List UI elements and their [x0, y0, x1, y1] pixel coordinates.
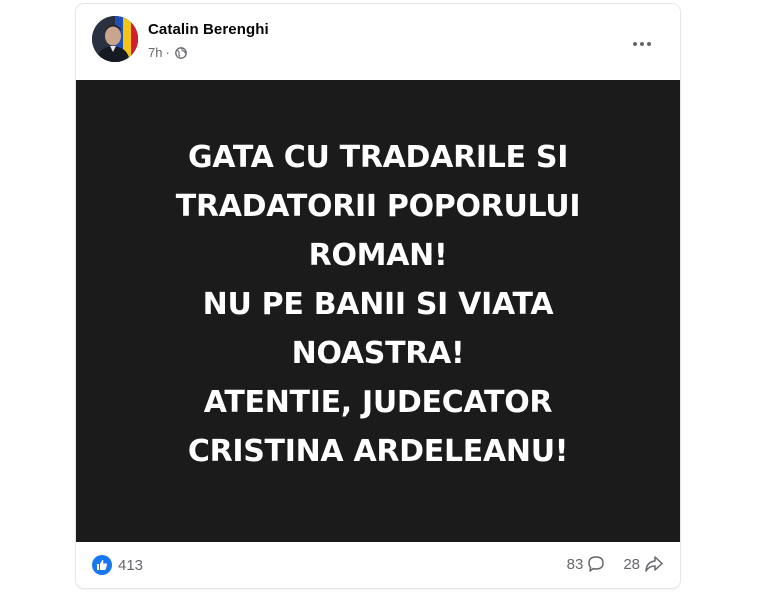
thumbs-up-icon	[97, 560, 108, 570]
author-name[interactable]: Catalin Berenghi	[148, 21, 269, 38]
avatar-image	[92, 16, 138, 62]
image-text-line: GATA CU TRADARILE SI	[187, 139, 569, 175]
post-meta: 7h ·	[148, 45, 187, 60]
like-reaction-icon	[92, 555, 112, 575]
shares-count: 28	[623, 555, 640, 573]
post-header: Catalin Berenghi 7h ·	[76, 4, 680, 80]
post-time[interactable]: 7h	[148, 45, 162, 60]
image-text-line: ROMAN!	[308, 237, 448, 273]
comments-count: 83	[566, 555, 584, 573]
image-text-line: TRADATORII POPORULUI	[175, 188, 581, 224]
reactions-summary[interactable]: 413	[92, 555, 143, 575]
comments-count-button[interactable]: 83	[567, 555, 606, 573]
post-image[interactable]: GATA CU TRADARILE SI TRADATORII POPORULU…	[76, 80, 680, 542]
engagement-stats: 83 28	[567, 555, 664, 573]
post-image-text: GATA CU TRADARILE SI TRADATORII POPORULU…	[98, 133, 658, 476]
image-text-line: NU PE BANII SI VIATA	[202, 286, 554, 322]
comment-icon	[588, 556, 605, 572]
more-dot	[647, 42, 651, 46]
image-text-line: NOASTRA!	[291, 335, 465, 371]
shares-count-button[interactable]: 28	[623, 555, 664, 573]
post-card: Catalin Berenghi 7h · GATA CU TRADARILE …	[76, 4, 680, 588]
image-text-line: ATENTIE, JUDECATOR	[203, 384, 553, 420]
more-dot	[640, 42, 644, 46]
share-icon	[645, 556, 663, 572]
reactions-count: 413	[118, 556, 144, 574]
more-options-icon	[633, 42, 637, 46]
image-text-line: CRISTINA ARDELEANU!	[187, 433, 569, 469]
meta-separator: ·	[165, 45, 170, 60]
globe-icon[interactable]	[174, 46, 187, 59]
author-avatar[interactable]	[92, 16, 138, 62]
post-footer: 413 83 28	[76, 542, 680, 588]
more-options-button[interactable]	[624, 26, 660, 62]
